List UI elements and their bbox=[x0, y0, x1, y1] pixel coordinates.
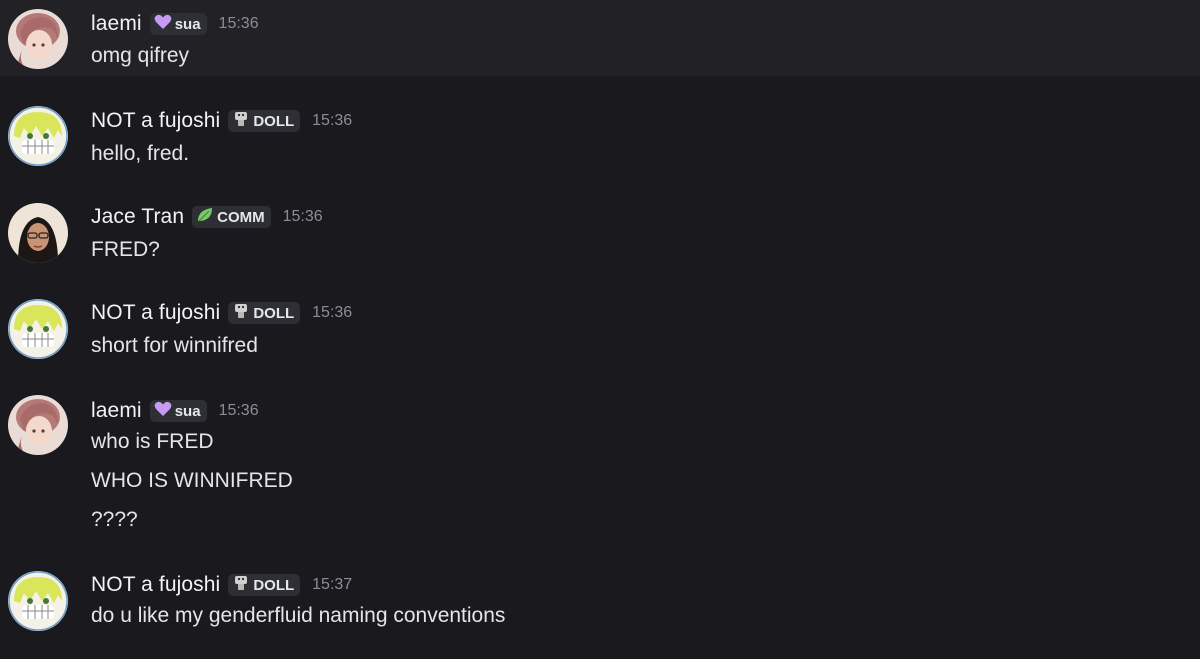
avatar-not-a-fujoshi[interactable] bbox=[8, 571, 68, 631]
message-header: Jace Tran COMM 15:36 bbox=[91, 202, 323, 232]
role-tag-label: COMM bbox=[217, 208, 265, 226]
role-tag-label: DOLL bbox=[253, 112, 295, 130]
avatar-laemi[interactable] bbox=[8, 9, 68, 69]
role-tag[interactable]: DOLL bbox=[228, 574, 301, 596]
chat-messages: laemi sua 15:36 omg qifrey NOT a fujoshi… bbox=[0, 0, 1200, 659]
role-tag[interactable]: COMM bbox=[192, 206, 271, 228]
leaf-icon bbox=[196, 207, 214, 227]
timestamp[interactable]: 15:36 bbox=[312, 304, 352, 322]
role-tag[interactable]: DOLL bbox=[228, 110, 301, 132]
message[interactable]: laemi sua 15:36 who is FRED WHO IS WINNI… bbox=[0, 385, 1200, 540]
timestamp[interactable]: 15:36 bbox=[219, 402, 259, 420]
message[interactable]: NOT a fujoshi DOLL 15:36 short for winni… bbox=[0, 288, 1200, 368]
message-text: who is FRED bbox=[91, 430, 214, 453]
username[interactable]: laemi bbox=[91, 12, 142, 36]
message[interactable]: NOT a fujoshi DOLL 15:36 hello, fred. bbox=[0, 96, 1200, 176]
purple-heart-icon bbox=[154, 14, 172, 34]
purple-heart-icon bbox=[154, 401, 172, 421]
doll-icon bbox=[232, 575, 250, 595]
username[interactable]: Jace Tran bbox=[91, 205, 184, 229]
role-tag-label: DOLL bbox=[253, 576, 295, 594]
message-header: laemi sua 15:36 bbox=[91, 396, 259, 426]
role-tag-label: sua bbox=[174, 402, 201, 420]
username[interactable]: NOT a fujoshi bbox=[91, 573, 220, 597]
message-header: NOT a fujoshi DOLL 15:36 bbox=[91, 298, 352, 328]
avatar-laemi[interactable] bbox=[8, 395, 68, 455]
message-header: NOT a fujoshi DOLL 15:37 bbox=[91, 570, 352, 600]
message[interactable]: NOT a fujoshi DOLL 15:37 do u like my ge… bbox=[0, 560, 1200, 650]
role-tag[interactable]: sua bbox=[149, 400, 207, 422]
message-header: laemi sua 15:36 bbox=[91, 9, 259, 39]
timestamp[interactable]: 15:36 bbox=[312, 112, 352, 130]
doll-icon bbox=[232, 111, 250, 131]
timestamp[interactable]: 15:36 bbox=[219, 15, 259, 33]
message-header: NOT a fujoshi DOLL 15:36 bbox=[91, 106, 352, 136]
username[interactable]: NOT a fujoshi bbox=[91, 109, 220, 133]
message-text: WHO IS WINNIFRED bbox=[91, 469, 293, 492]
role-tag[interactable]: sua bbox=[149, 13, 207, 35]
message-text: short for winnifred bbox=[91, 334, 258, 357]
message-text: do u like my genderfluid naming conventi… bbox=[91, 604, 506, 627]
avatar-jace-tran[interactable] bbox=[8, 203, 68, 263]
timestamp[interactable]: 15:37 bbox=[312, 576, 352, 594]
username[interactable]: NOT a fujoshi bbox=[91, 301, 220, 325]
message[interactable]: Jace Tran COMM 15:36 FRED? bbox=[0, 192, 1200, 272]
role-tag[interactable]: DOLL bbox=[228, 302, 301, 324]
message-text: hello, fred. bbox=[91, 142, 190, 165]
message-text: omg qifrey bbox=[91, 44, 190, 67]
timestamp[interactable]: 15:36 bbox=[283, 208, 323, 226]
role-tag-label: DOLL bbox=[253, 304, 295, 322]
message-text: FRED? bbox=[91, 238, 160, 261]
avatar-not-a-fujoshi[interactable] bbox=[8, 299, 68, 359]
avatar-not-a-fujoshi[interactable] bbox=[8, 106, 68, 166]
message-text: ???? bbox=[91, 508, 138, 531]
username[interactable]: laemi bbox=[91, 399, 142, 423]
doll-icon bbox=[232, 303, 250, 323]
role-tag-label: sua bbox=[174, 15, 201, 33]
message[interactable]: laemi sua 15:36 omg qifrey bbox=[0, 0, 1200, 76]
